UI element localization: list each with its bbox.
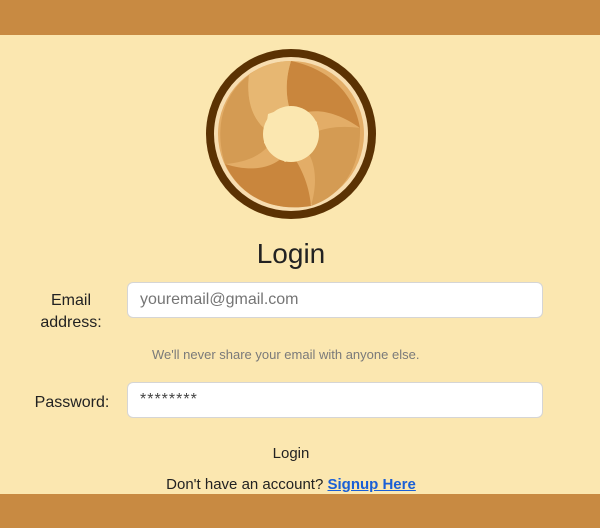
login-page: Login Email address: We'll never share y… xyxy=(0,0,600,528)
aperture-logo-icon xyxy=(201,44,381,224)
password-label: Password: xyxy=(34,394,110,411)
signup-prompt: Don't have an account? xyxy=(166,476,324,493)
signup-prompt-line: Don't have an account? Signup Here xyxy=(0,476,582,493)
email-label: Email address: xyxy=(40,292,102,331)
footer-bar xyxy=(0,494,600,528)
email-help-text: We'll never share your email with anyone… xyxy=(152,347,420,362)
header-bar xyxy=(0,0,600,35)
password-field[interactable]: ******** xyxy=(127,382,543,418)
page-title: Login xyxy=(256,238,326,269)
email-field[interactable] xyxy=(127,282,543,318)
login-button[interactable]: Login xyxy=(262,445,320,462)
signup-link[interactable]: Signup Here xyxy=(327,476,415,493)
